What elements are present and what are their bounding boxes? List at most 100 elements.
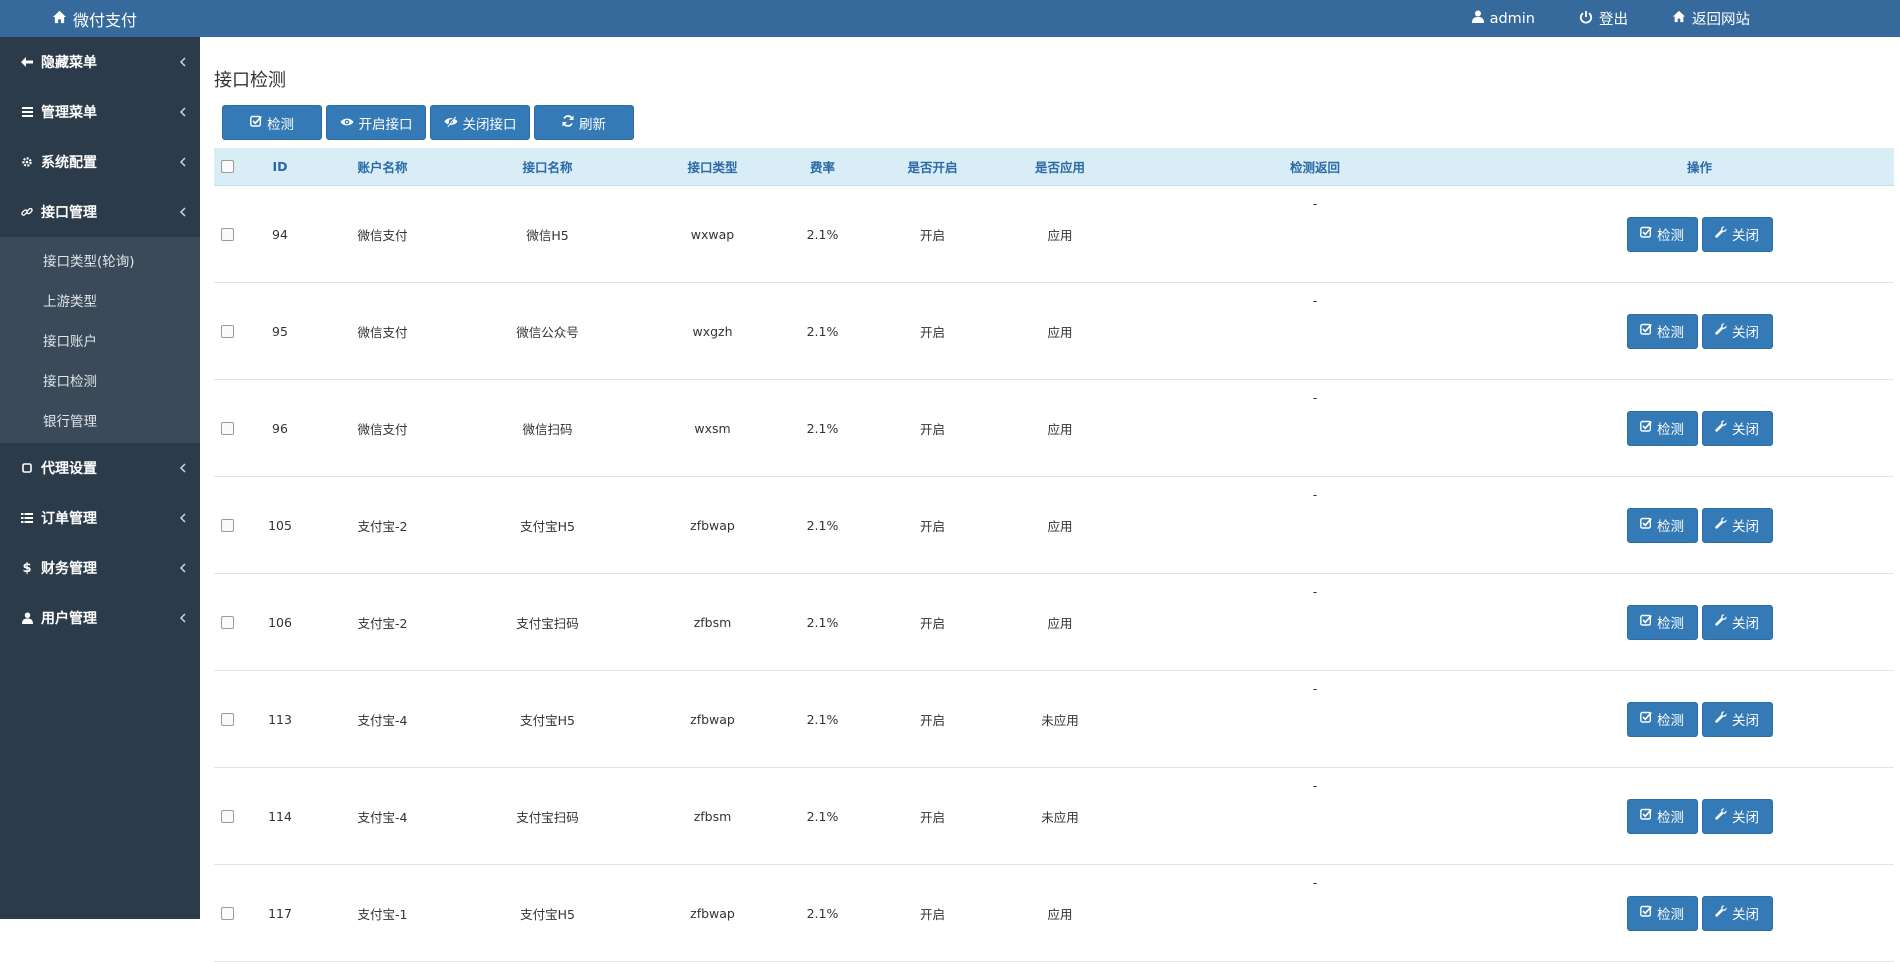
row-close-button[interactable]: 关闭	[1701, 604, 1773, 640]
home-icon	[52, 9, 67, 28]
cell-open: 开启	[919, 906, 945, 922]
wrench-icon	[1715, 614, 1727, 630]
submenu-item-interface-account[interactable]: 接口账户	[0, 320, 200, 360]
cell-open: 开启	[919, 809, 945, 825]
check-square-icon	[1640, 517, 1652, 533]
cell-applied: 应用	[1047, 518, 1073, 534]
row-check-button[interactable]: 检测	[1626, 701, 1698, 737]
check-square-icon	[1640, 323, 1652, 339]
brand[interactable]: 微付支付	[52, 0, 137, 37]
sidebar-item-interface-manage[interactable]: 接口管理	[0, 187, 200, 237]
back-to-site-label: 返回网站	[1692, 12, 1750, 28]
row-check-button[interactable]: 检测	[1626, 895, 1698, 931]
row-checkbox[interactable]	[214, 906, 240, 920]
submenu-item-interface-type[interactable]: 接口类型(轮询)	[0, 240, 200, 280]
wrench-icon	[1715, 420, 1727, 436]
sidebar-item-order-manage[interactable]: 订单管理	[0, 493, 200, 543]
cell-actions: 检测 关闭	[1505, 507, 1894, 543]
sidebar-item-agent-settings[interactable]: 代理设置	[0, 443, 200, 493]
cell-check-return: -	[1125, 574, 1505, 670]
sidebar-item-system-config[interactable]: 系统配置	[0, 137, 200, 187]
row-checkbox[interactable]	[214, 615, 240, 629]
row-close-button[interactable]: 关闭	[1701, 216, 1773, 252]
row-checkbox[interactable]	[214, 518, 240, 532]
wrench-icon	[1715, 711, 1727, 727]
link-icon	[20, 206, 34, 218]
row-checkbox[interactable]	[214, 712, 240, 726]
row-checkbox[interactable]	[214, 324, 240, 338]
sidebar-item-hide-menu[interactable]: 隐藏菜单	[0, 37, 200, 87]
cell-applied: 应用	[1047, 615, 1073, 631]
row-check-label: 检测	[1657, 325, 1684, 341]
logout-label: 登出	[1599, 12, 1628, 28]
cell-open: 开启	[919, 712, 945, 728]
row-close-label: 关闭	[1732, 713, 1759, 729]
sidebar-item-manage-menu[interactable]: 管理菜单	[0, 87, 200, 137]
open-interface-label: 开启接口	[358, 116, 413, 133]
sidebar-item-user-manage[interactable]: 用户管理	[0, 593, 200, 643]
cell-name: 支付宝扫码	[516, 809, 579, 825]
cell-type: wxwap	[690, 226, 735, 242]
refresh-button[interactable]: 刷新	[534, 105, 634, 140]
cell-id: 105	[268, 517, 292, 533]
check-button[interactable]: 检测	[222, 105, 322, 140]
table-row: 114 支付宝-4 支付宝扫码 zfbsm 2.1% 开启 未应用 - 检测 关…	[214, 768, 1894, 865]
cell-actions: 检测 关闭	[1505, 701, 1894, 737]
cell-id: 113	[268, 711, 292, 727]
user-menu[interactable]: admin	[1471, 10, 1535, 27]
row-close-button[interactable]: 关闭	[1701, 895, 1773, 931]
row-checkbox[interactable]	[214, 227, 240, 241]
power-icon	[1579, 10, 1593, 28]
cell-applied: 未应用	[1041, 712, 1079, 728]
cell-open: 开启	[919, 324, 945, 340]
cell-rate: 2.1%	[806, 711, 839, 727]
close-interface-button[interactable]: 关闭接口	[430, 105, 530, 140]
row-check-button[interactable]: 检测	[1626, 798, 1698, 834]
row-check-button[interactable]: 检测	[1626, 410, 1698, 446]
row-close-label: 关闭	[1732, 616, 1759, 632]
row-checkbox[interactable]	[214, 809, 240, 823]
check-return-value: -	[1312, 487, 1318, 502]
cell-id: 106	[268, 614, 292, 630]
submenu-item-bank-manage[interactable]: 银行管理	[0, 400, 200, 440]
cell-rate: 2.1%	[806, 323, 839, 339]
cell-applied: 应用	[1047, 906, 1073, 922]
row-check-label: 检测	[1657, 810, 1684, 826]
cell-type: zfbwap	[690, 711, 735, 727]
cell-type: zfbsm	[693, 614, 732, 630]
logout-link[interactable]: 登出	[1579, 8, 1628, 29]
cell-account: 微信支付	[357, 324, 408, 340]
row-checkbox[interactable]	[214, 421, 240, 435]
row-check-button[interactable]: 检测	[1626, 216, 1698, 252]
cell-rate: 2.1%	[806, 517, 839, 533]
submenu-item-upstream-type[interactable]: 上游类型	[0, 280, 200, 320]
check-return-value: -	[1312, 293, 1318, 308]
row-close-button[interactable]: 关闭	[1701, 410, 1773, 446]
cell-applied: 应用	[1047, 324, 1073, 340]
dollar-icon: $	[22, 560, 32, 576]
row-check-button[interactable]: 检测	[1626, 507, 1698, 543]
check-return-value: -	[1312, 390, 1318, 405]
row-check-button[interactable]: 检测	[1626, 604, 1698, 640]
row-close-button[interactable]: 关闭	[1701, 313, 1773, 349]
wrench-icon	[1715, 226, 1727, 242]
open-interface-button[interactable]: 开启接口	[326, 105, 426, 140]
cell-actions: 检测 关闭	[1505, 798, 1894, 834]
row-close-button[interactable]: 关闭	[1701, 798, 1773, 834]
row-close-button[interactable]: 关闭	[1701, 507, 1773, 543]
chevron-left-icon	[179, 561, 186, 577]
user-icon	[1471, 10, 1484, 27]
interface-submenu: 接口类型(轮询) 上游类型 接口账户 接口检测 银行管理	[0, 237, 200, 443]
col-header-id: ID	[272, 159, 288, 174]
table-row: 96 微信支付 微信扫码 wxsm 2.1% 开启 应用 - 检测 关闭	[214, 380, 1894, 477]
row-close-label: 关闭	[1732, 325, 1759, 341]
cell-actions: 检测 关闭	[1505, 216, 1894, 252]
select-all-checkbox[interactable]	[214, 160, 240, 173]
row-check-button[interactable]: 检测	[1626, 313, 1698, 349]
row-close-label: 关闭	[1732, 422, 1759, 438]
sidebar-item-finance-manage[interactable]: $ 财务管理	[0, 543, 200, 593]
cell-name: 微信公众号	[516, 324, 579, 340]
submenu-item-interface-check[interactable]: 接口检测	[0, 360, 200, 400]
row-close-button[interactable]: 关闭	[1701, 701, 1773, 737]
back-to-site-link[interactable]: 返回网站	[1672, 8, 1750, 29]
